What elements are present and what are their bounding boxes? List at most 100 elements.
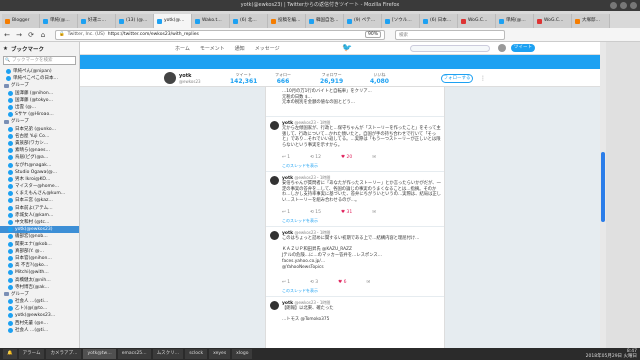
profile-avatar[interactable] (164, 72, 176, 84)
sidebar-item[interactable]: グループ (0, 118, 79, 125)
tab-1[interactable]: 単純(@… (40, 14, 78, 28)
forward-icon[interactable]: → (15, 31, 23, 39)
show-thread-link[interactable]: このスレッドを表示 (282, 218, 318, 224)
sidebar-item[interactable]: 日本兄弟 (@unko… (0, 126, 79, 133)
taskbar-item[interactable]: yotk@tw… (83, 349, 116, 359)
tweet-time[interactable]: 1時間 (320, 300, 331, 305)
heart-icon[interactable]: ♥ 6 (338, 280, 346, 285)
avatar[interactable] (498, 44, 506, 52)
show-thread-link[interactable]: このスレッドを表示 (282, 163, 318, 169)
sidebar-item[interactable]: Mitchi(@with… (0, 269, 79, 276)
follow-button[interactable]: フォローする (441, 74, 473, 83)
sidebar-item[interactable]: ながれ@nagak… (0, 161, 79, 168)
sidebar-title[interactable]: ブックマーク (11, 45, 44, 53)
clock[interactable]: 8:47 2018年05月29日 火曜日 (586, 349, 640, 359)
sidebar-item[interactable]: yotk(@ewkos23) (0, 226, 79, 234)
profile-stat[interactable]: フォロー 666 (275, 72, 291, 85)
sidebar-item[interactable]: 乙ト)(@(@to… (0, 305, 79, 312)
tab-9[interactable]: (9) ペテ… (344, 14, 382, 28)
profile-stat[interactable]: いいね 4,080 (370, 72, 389, 85)
twitter-search-input[interactable] (410, 45, 490, 52)
sidebar-item[interactable]: 赤城女人(@kam… (0, 212, 79, 219)
scrollbar-thumb[interactable] (601, 152, 605, 222)
mail-icon[interactable]: ✉ (372, 155, 376, 160)
sidebar-item[interactable]: くまえもんさん@kum… (0, 190, 79, 197)
sidebar-item[interactable]: 磯部宏(@nob… (0, 233, 79, 240)
heart-icon[interactable]: ♥ 31 (341, 210, 352, 215)
sidebar-item[interactable]: 社会人 …(@ti… (0, 298, 79, 305)
tab-2[interactable]: 好運ニ… (78, 14, 116, 28)
tab-7[interactable]: 投稿を編… (268, 14, 306, 28)
back-icon[interactable]: ← (3, 31, 11, 39)
tweet-avatar[interactable] (270, 121, 279, 130)
sidebar-item[interactable]: 国澤藤 (@nihon… (0, 90, 79, 97)
sidebar-item[interactable]: 貴族部(ワカシ… (0, 140, 79, 147)
taskbar-item[interactable]: カメラアプ… (46, 349, 82, 359)
sidebar-item[interactable]: マイスター@home… (0, 183, 79, 190)
sidebar-item[interactable]: 関東エナ(@kob… (0, 241, 79, 248)
sidebar-item[interactable]: 真部部(Y. @… (0, 248, 79, 255)
tweet-button[interactable]: ツイート (511, 44, 535, 52)
sidebar-item[interactable]: 中文和村 (@tc… (0, 219, 79, 226)
maximize-button[interactable] (620, 2, 627, 9)
profile-stat[interactable]: ツイート 142,361 (230, 72, 257, 85)
mail-icon[interactable]: ✉ (372, 210, 376, 215)
taskbar-item[interactable]: xeyes (209, 349, 231, 359)
tab-10[interactable]: [ソウル… (382, 14, 420, 28)
tweet-avatar[interactable] (270, 176, 279, 185)
nav-notifications[interactable]: 通知 (235, 45, 245, 52)
sidebar-item[interactable]: 社会人 …(@ti… (0, 327, 79, 334)
retweet-icon[interactable]: ⟲ 3 (310, 280, 318, 285)
sidebar-item[interactable]: Studio Ogawa(@… (0, 169, 79, 176)
close-button[interactable] (630, 2, 637, 9)
tab-14[interactable]: WoG.C… (534, 14, 572, 28)
taskbar-item[interactable]: アラーム (18, 349, 45, 359)
reply-icon[interactable]: ↩ 1 (282, 155, 290, 160)
reply-icon[interactable]: ↩ 1 (282, 280, 290, 285)
sidebar-item[interactable]: 日本官(@nihon… (0, 255, 79, 262)
more-options-icon[interactable]: ⋮ (480, 75, 486, 82)
heart-icon[interactable]: ♥ 20 (341, 155, 352, 160)
tweet-avatar[interactable] (270, 231, 279, 240)
reload-icon[interactable]: ⟳ (27, 31, 35, 39)
sidebar-item[interactable]: 素晴ら(@naes… (0, 147, 79, 154)
taskbar-item[interactable]: ムスクリ… (152, 349, 184, 359)
taskbar-item[interactable]: emacs25… (117, 349, 151, 359)
tab-13[interactable]: 単純(@… (496, 14, 534, 28)
taskbar-item[interactable]: sclock (185, 349, 208, 359)
tab-4[interactable]: yotk(@… (154, 14, 192, 28)
sidebar-item[interactable]: 高 不吉?(@ko… (0, 262, 79, 269)
sidebar-item[interactable]: 高橋健太(@nih… (0, 276, 79, 283)
tweet-time[interactable]: 1時間 (320, 120, 331, 125)
tweet-avatar[interactable] (270, 301, 279, 310)
sidebar-item[interactable]: 日本三宮 (@kaz… (0, 197, 79, 204)
reply-icon[interactable]: ↩ 1 (282, 210, 290, 215)
sidebar-item[interactable]: 寺村博吉(@ak… (0, 284, 79, 291)
tab-3[interactable]: (13) (@… (116, 14, 154, 28)
sidebar-item[interactable]: Sサヤ (@Hiroao… (0, 111, 79, 118)
sidebar-item[interactable]: グループ (0, 291, 79, 298)
nav-home[interactable]: ホーム (175, 45, 190, 52)
url-bar[interactable]: 🔒 Twitter, Inc. (US) https://twitter.com… (55, 29, 385, 40)
home-icon[interactable]: ⌂ (39, 31, 47, 39)
profile-stat[interactable]: フォロワー 26,919 (320, 72, 343, 85)
tab-0[interactable]: Blogger (2, 14, 40, 28)
sidebar-item[interactable]: 単純ぺん(@nipan) (0, 68, 79, 75)
tweet-time[interactable]: 1時間 (320, 230, 331, 235)
sidebar-item[interactable]: yotk(@ewkos23… (0, 312, 79, 319)
retweet-icon[interactable]: ⟲ 12 (310, 155, 321, 160)
sidebar-item[interactable]: 単純ぺこぺこの日本… (0, 75, 79, 82)
tweet-time[interactable]: 1時間 (320, 175, 331, 180)
nav-moments[interactable]: モーメント (200, 45, 225, 52)
mail-icon[interactable]: ✉ (367, 280, 371, 285)
sidebar-item[interactable]: 男木 Ikroi@KO… (0, 176, 79, 183)
sidebar-item[interactable]: 西村先輩 (@n… (0, 320, 79, 327)
tab-15[interactable]: 大塚邸… (572, 14, 610, 28)
taskbar-item[interactable]: 🔔 (3, 349, 17, 359)
retweet-icon[interactable]: ⟲ 15 (310, 210, 321, 215)
sidebar-item[interactable]: 国澤藤 (@tokyo… (0, 97, 79, 104)
sidebar-item[interactable]: グループ (0, 82, 79, 89)
tab-6[interactable]: (6) 北… (230, 14, 268, 28)
zoom-level[interactable]: 90% (364, 31, 381, 38)
sidebar-item[interactable]: 名古屋 Yuji Co… (0, 133, 79, 140)
